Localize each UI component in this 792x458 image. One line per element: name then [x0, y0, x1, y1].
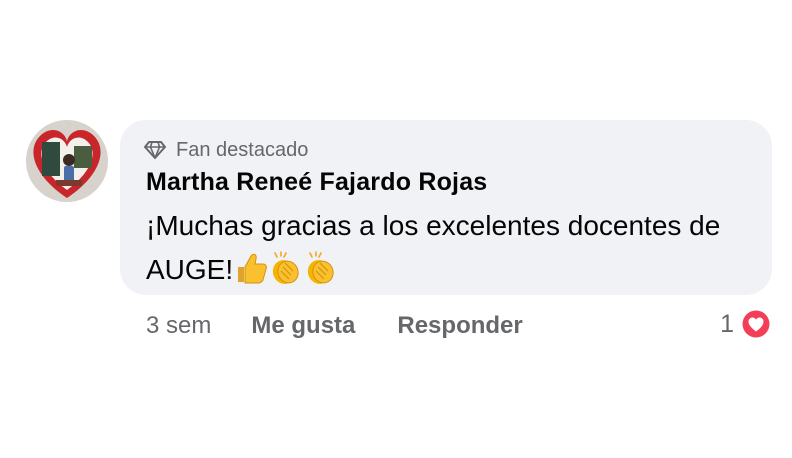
- thumbs-up-icon: [238, 253, 268, 284]
- comment: Fan destacado Martha Reneé Fajardo Rojas…: [26, 118, 776, 358]
- clapping-hands-icon: [308, 251, 334, 284]
- comment-actions: 3 sem Me gusta Responder: [146, 312, 523, 340]
- comment-timestamp[interactable]: 3 sem: [146, 312, 211, 340]
- reaction-summary[interactable]: 1: [720, 308, 772, 340]
- like-button[interactable]: Me gusta: [251, 312, 355, 340]
- top-fan-badge[interactable]: Fan destacado: [144, 137, 308, 163]
- comment-bubble: Fan destacado Martha Reneé Fajardo Rojas…: [120, 120, 772, 295]
- reaction-count: 1: [720, 309, 734, 338]
- heart-reaction-icon: [741, 309, 771, 339]
- badge-label: Fan destacado: [176, 138, 309, 161]
- avatar[interactable]: [26, 120, 108, 202]
- diamond-icon: [144, 141, 166, 159]
- comment-author[interactable]: Martha Reneé Fajardo Rojas: [146, 168, 487, 197]
- avatar-image: [26, 120, 108, 202]
- clapping-hands-icon: [273, 251, 299, 284]
- comment-body: ¡Muchas gracias a los excelentes docente…: [146, 210, 721, 285]
- reply-button[interactable]: Responder: [397, 312, 522, 340]
- comment-text: ¡Muchas gracias a los excelentes docente…: [146, 204, 746, 292]
